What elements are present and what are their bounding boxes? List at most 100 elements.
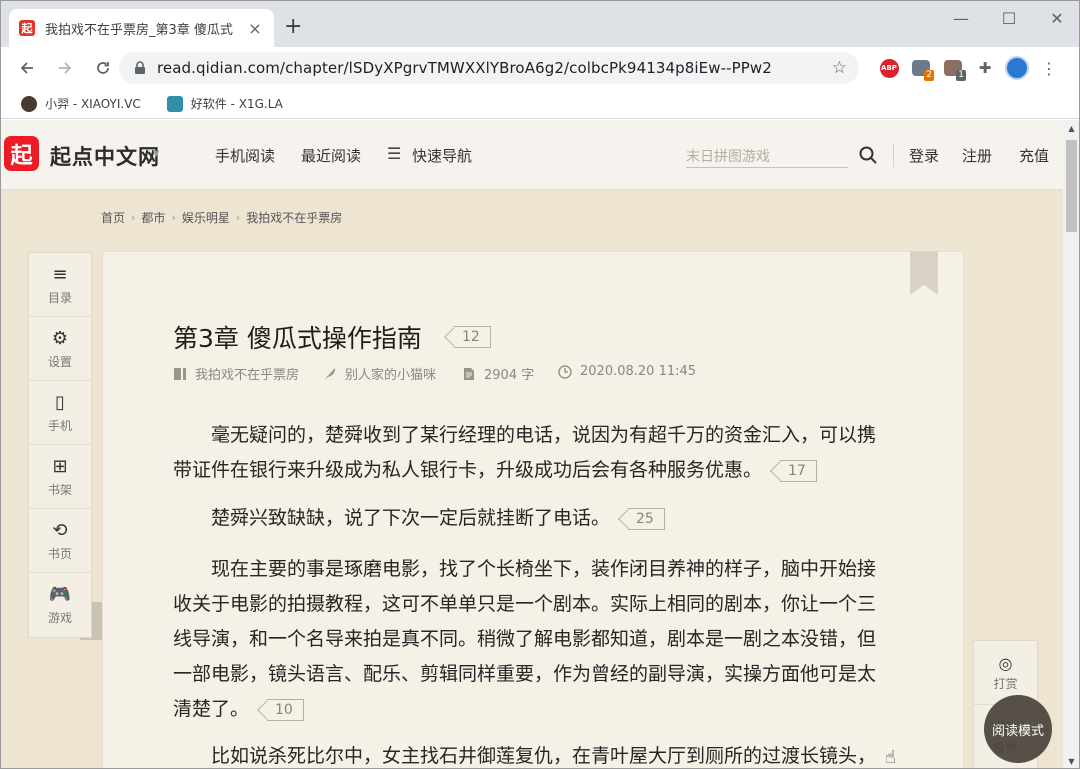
bookmark-xiaoyi[interactable]: 小羿 - XIAOYI.VC bbox=[15, 91, 147, 117]
adblock-extension-button[interactable]: ABP bbox=[873, 52, 905, 84]
bookmark-x1g[interactable]: 好软件 - X1G.LA bbox=[161, 91, 289, 117]
nav-quick-navigation[interactable]: 快速导航 bbox=[412, 145, 472, 166]
tab-title: 我拍戏不在乎票房_第3章 傻瓜式 bbox=[45, 22, 233, 38]
tab-close-icon[interactable]: × bbox=[246, 19, 264, 38]
profile-button[interactable] bbox=[1001, 52, 1033, 84]
scroll-down-icon[interactable]: ▼ bbox=[1063, 753, 1079, 768]
lock-icon[interactable] bbox=[131, 61, 149, 75]
search-icon[interactable] bbox=[859, 146, 877, 164]
rail-label: 目录 bbox=[47, 290, 72, 305]
read-mode-button[interactable]: 阅读模式 bbox=[984, 695, 1052, 763]
paragraph: 楚舜兴致缺缺，说了下次一定后就挂断了电话。 25 bbox=[173, 501, 893, 536]
paragraph-line: 清楚了。 bbox=[173, 698, 250, 720]
chevron-right-icon: › bbox=[171, 211, 176, 224]
login-link[interactable]: 登录 bbox=[909, 145, 939, 166]
rail-games[interactable]: 🎮 游戏 bbox=[29, 573, 91, 637]
bookmark-flag-icon[interactable] bbox=[910, 251, 938, 295]
chapter-comment-count[interactable]: 12 bbox=[454, 326, 491, 348]
paragraph-line: 比如说杀死比尔中，女主找石井御莲复仇，在青叶屋大厅到厕所的过渡长镜头， bbox=[211, 745, 877, 767]
extension-button-2[interactable]: 1 bbox=[937, 52, 969, 84]
arrow-right-icon bbox=[59, 62, 72, 74]
chevron-right-icon: › bbox=[235, 211, 241, 224]
rail-label: 书架 bbox=[47, 482, 72, 497]
clock-icon bbox=[558, 364, 572, 379]
bookmarks-bar: 小羿 - XIAOYI.VC 好软件 - X1G.LA bbox=[1, 89, 1079, 119]
nav-recent-reading[interactable]: 最近阅读 bbox=[301, 145, 361, 166]
extensions-area: ABP 2 1 ✚ ⋮ bbox=[873, 51, 1065, 85]
avatar bbox=[1005, 56, 1029, 80]
chevron-down-icon[interactable]: ▼ bbox=[153, 149, 159, 158]
meta-word-count: 2904 字 bbox=[462, 364, 534, 383]
word-count: 2904 字 bbox=[484, 368, 535, 383]
site-header: 起 起点中文网 ▼ 手机阅读 最近阅读 ☰ 快速导航 末日拼图游戏 登录 注册 … bbox=[1, 120, 1063, 190]
x1g-favicon-icon bbox=[166, 95, 183, 112]
forward-button[interactable] bbox=[47, 50, 83, 86]
more-vert-icon: ⋮ bbox=[1041, 58, 1057, 78]
extensions-menu-button[interactable]: ✚ bbox=[969, 52, 1001, 84]
bookmark-star-icon[interactable]: ☆ bbox=[832, 58, 847, 78]
new-tab-button[interactable]: + bbox=[284, 16, 302, 38]
list-icon: ≡ bbox=[52, 263, 68, 285]
arrow-left-icon bbox=[20, 62, 33, 74]
breadcrumb-urban[interactable]: 都市 bbox=[141, 209, 165, 226]
author-name: 别人家的小猫咪 bbox=[345, 368, 437, 383]
paragraph-comment-count[interactable]: 17 bbox=[780, 459, 817, 482]
page-scrollbar[interactable]: ▲ ▼ bbox=[1063, 120, 1079, 768]
back-button[interactable] bbox=[9, 50, 45, 86]
hand-cursor-icon: ☝ bbox=[885, 747, 896, 768]
rail-mobile[interactable]: ▯ 手机 bbox=[29, 381, 91, 445]
url-text[interactable]: read.qidian.com/chapter/lSDyXPgrvTMWXXlY… bbox=[157, 59, 772, 77]
meta-author[interactable]: 别人家的小猫咪 bbox=[323, 364, 436, 383]
nav-mobile-reading[interactable]: 手机阅读 bbox=[215, 145, 275, 166]
paragraph-comment-count[interactable]: 25 bbox=[628, 507, 665, 530]
paragraph-line: 毫无疑问的，楚舜收到了某行经理的电话，说因为有超千万的资金汇入，可以携 bbox=[211, 424, 877, 446]
scroll-up-icon[interactable]: ▲ bbox=[1063, 120, 1079, 137]
qidian-logo-icon[interactable]: 起 bbox=[4, 136, 39, 171]
search-input[interactable]: 末日拼图游戏 bbox=[686, 144, 848, 168]
meta-book[interactable]: 我拍戏不在乎票房 bbox=[173, 364, 299, 383]
close-window-button[interactable]: ✕ bbox=[1033, 1, 1079, 35]
minimize-button[interactable]: — bbox=[937, 1, 985, 35]
publish-date: 2020.08.20 11:45 bbox=[580, 364, 697, 379]
site-logo-text[interactable]: 起点中文网 bbox=[50, 141, 160, 171]
gamepad-icon: 🎮 bbox=[48, 584, 72, 605]
rail-catalog[interactable]: ≡ 目录 bbox=[29, 253, 91, 317]
extension-badge: 2 bbox=[924, 70, 934, 81]
register-link[interactable]: 注册 bbox=[962, 145, 992, 166]
breadcrumb-book[interactable]: 我拍戏不在乎票房 bbox=[246, 209, 342, 226]
paragraph-line: 一部电影，镜头语言、配乐、剪辑同样重要，作为曾经的副导演，实操方面他可是太 bbox=[173, 663, 877, 685]
rail-bookshelf[interactable]: ⊞ 书架 bbox=[29, 445, 91, 509]
rail-label: 打赏 bbox=[993, 676, 1018, 691]
qidian-favicon-icon: 起 bbox=[19, 20, 35, 36]
header-divider bbox=[893, 143, 894, 167]
extension-button-1[interactable]: 2 bbox=[905, 52, 937, 84]
breadcrumb: 首页 › 都市 › 娱乐明星 › 我拍戏不在乎票房 bbox=[101, 209, 342, 226]
paragraph-comment-count[interactable]: 10 bbox=[267, 698, 304, 721]
address-bar[interactable]: read.qidian.com/chapter/lSDyXPgrvTMWXXlY… bbox=[119, 52, 859, 84]
rail-book-page[interactable]: ⟲ 书页 bbox=[29, 509, 91, 573]
recharge-link[interactable]: 充值 bbox=[1019, 145, 1049, 166]
paragraph: 现在主要的事是琢磨电影，找了个长椅坐下，装作闭目养神的样子，脑中开始接 收关于电… bbox=[173, 552, 893, 727]
paragraph-line: 收关于电影的拍摄教程，这可不单单只是一个剧本。实际上相同的剧本，你让一个三 bbox=[173, 593, 877, 615]
extension-badge: 1 bbox=[956, 70, 966, 81]
menu-icon[interactable]: ☰ bbox=[387, 144, 401, 163]
maximize-button[interactable]: ☐ bbox=[985, 1, 1033, 35]
breadcrumb-home[interactable]: 首页 bbox=[101, 209, 125, 226]
rail-label: 手机 bbox=[47, 418, 72, 433]
bookshelf-icon: ⊞ bbox=[52, 455, 68, 477]
browser-toolbar: read.qidian.com/chapter/lSDyXPgrvTMWXXlY… bbox=[1, 47, 1079, 89]
reload-button[interactable] bbox=[85, 50, 121, 86]
browser-menu-button[interactable]: ⋮ bbox=[1033, 52, 1065, 84]
abp-icon: ABP bbox=[879, 58, 899, 78]
paragraph-line: 楚舜兴致缺缺，说了下次一定后就挂断了电话。 bbox=[211, 507, 611, 529]
paragraph: 比如说杀死比尔中，女主找石井御莲复仇，在青叶屋大厅到厕所的过渡长镜头， bbox=[173, 739, 893, 768]
scrollbar-thumb[interactable] bbox=[1066, 140, 1077, 232]
paragraph: 毫无疑问的，楚舜收到了某行经理的电话，说因为有超千万的资金汇入，可以携 带证件在… bbox=[173, 418, 893, 488]
chevron-right-icon: › bbox=[131, 211, 136, 224]
xiaoyi-favicon-icon bbox=[21, 95, 37, 112]
breadcrumb-entertainment[interactable]: 娱乐明星 bbox=[182, 209, 230, 226]
phone-icon: ▯ bbox=[55, 391, 65, 413]
gear-icon: ⚙ bbox=[51, 327, 69, 349]
browser-tab[interactable]: 起 我拍戏不在乎票房_第3章 傻瓜式 × bbox=[9, 9, 274, 47]
rail-settings[interactable]: ⚙ 设置 bbox=[29, 317, 91, 381]
